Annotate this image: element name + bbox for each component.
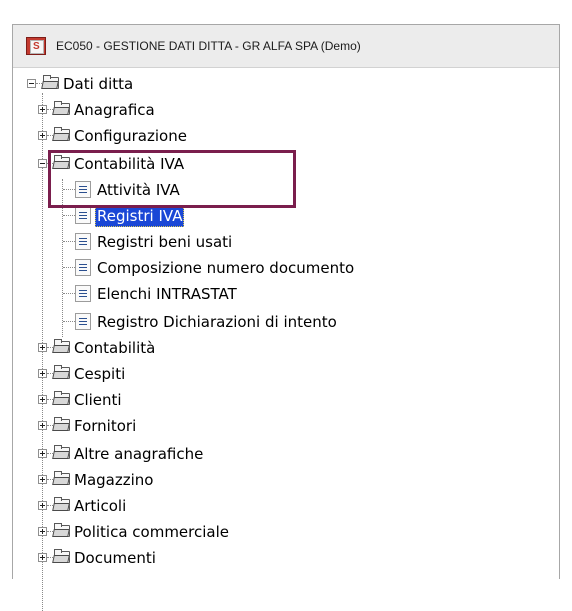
folder-icon [52,497,70,512]
expand-icon[interactable] [38,501,47,510]
tree-item-label[interactable]: Registri beni usati [97,231,232,253]
tree-connector [63,267,75,268]
folder-icon [52,391,70,406]
tree-item-label[interactable]: Clienti [74,389,122,411]
tree-connector [63,293,75,294]
expand-icon[interactable] [38,449,47,458]
expand-icon[interactable] [38,421,47,430]
document-icon [75,313,91,330]
folder-icon [52,549,70,564]
window-titlebar: S EC050 - GESTIONE DATI DITTA - GR ALFA … [13,25,559,68]
tree-window: S EC050 - GESTIONE DATI DITTA - GR ALFA … [12,24,560,611]
expand-icon[interactable] [38,395,47,404]
folder-icon [52,365,70,380]
tree-item-label[interactable]: Contabilità [74,337,155,359]
expand-icon[interactable] [38,475,47,484]
document-icon [75,259,91,276]
window-title: EC050 - GESTIONE DATI DITTA - GR ALFA SP… [56,39,361,53]
folder-icon [52,101,70,116]
highlight-annotation-box [48,150,296,208]
tree-view[interactable]: Dati ditta Anagrafica Configurazione Con… [25,73,559,611]
tree-connector [63,321,75,322]
folder-icon [52,523,70,538]
tree-item-label[interactable]: Configurazione [74,125,187,147]
tree-item-label[interactable]: Anagrafica [74,99,155,121]
expand-icon[interactable] [38,369,47,378]
tree-connector [63,215,75,216]
app-icon: S [26,37,46,55]
collapse-icon[interactable] [27,79,36,88]
tree-item-label[interactable]: Articoli [74,495,126,517]
expand-icon[interactable] [38,553,47,562]
tree-item-label[interactable]: Documenti [74,547,156,569]
folder-icon [52,445,70,460]
expand-icon[interactable] [38,527,47,536]
tree-item-label[interactable]: Registro Dichiarazioni di intento [97,311,337,333]
expand-icon[interactable] [38,105,47,114]
document-icon [75,207,91,224]
expand-icon[interactable] [38,131,47,140]
collapse-icon[interactable] [38,159,47,168]
tree-item-label[interactable]: Altre anagrafiche [74,443,203,465]
tree-item-label[interactable]: Politica commerciale [74,521,229,543]
tree-item-label[interactable]: Elenchi INTRASTAT [97,283,237,305]
folder-icon [52,339,70,354]
folder-icon [52,417,70,432]
tree-root-label[interactable]: Dati ditta [63,73,133,95]
tree-connector [63,241,75,242]
document-icon [75,285,91,302]
tree-item-label[interactable]: Composizione numero documento [97,257,354,279]
tree-item-label[interactable]: Cespiti [74,363,125,385]
document-icon [75,233,91,250]
tree-item-label[interactable]: Magazzino [74,469,153,491]
folder-icon [41,75,59,90]
expand-icon[interactable] [38,343,47,352]
folder-icon [52,127,70,142]
tree-item-label-selected[interactable]: Registri IVA [95,205,185,227]
folder-icon [52,471,70,486]
tree-item-label[interactable]: Fornitori [74,415,136,437]
